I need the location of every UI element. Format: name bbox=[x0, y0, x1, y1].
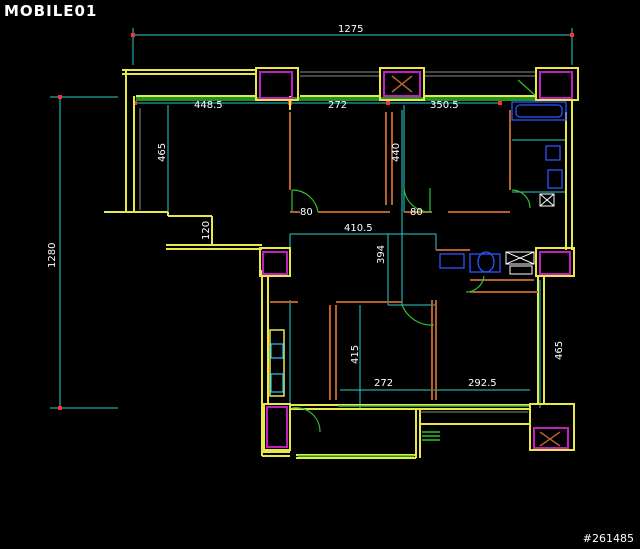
door-a-label: 80 bbox=[300, 207, 313, 218]
bathroom-fixtures bbox=[439, 101, 567, 273]
room-b-depth-label: 440 bbox=[391, 143, 402, 162]
floor-plan: 1275 1280 448.5 272 350.5 465 440 80 80 … bbox=[47, 24, 579, 459]
room-a-depth-label: 465 bbox=[157, 143, 168, 162]
room-c-width-label: 350.5 bbox=[430, 100, 459, 111]
room-d-width-label: 272 bbox=[374, 378, 393, 389]
kitchen-appliances bbox=[270, 343, 284, 393]
room-e-depth-label: 465 bbox=[554, 341, 565, 360]
mobile01-logo: MOBILE01 bbox=[4, 2, 98, 20]
image-id-watermark: #261485 bbox=[582, 532, 634, 545]
dimension-lines bbox=[50, 28, 573, 409]
pillars bbox=[255, 67, 579, 451]
room-a-width-label: 448.5 bbox=[194, 100, 223, 111]
overall-width-label: 1275 bbox=[338, 24, 363, 35]
overall-height-label: 1280 bbox=[47, 243, 58, 268]
room-b-width-label: 272 bbox=[328, 100, 347, 111]
exterior-walls bbox=[104, 69, 573, 459]
room-d-depth-label: 415 bbox=[350, 345, 361, 364]
balcony-small-label: 120 bbox=[201, 221, 212, 240]
room-e-width-label: 292.5 bbox=[468, 378, 497, 389]
dimension-ticks bbox=[58, 33, 574, 410]
windows bbox=[139, 71, 536, 413]
dimension-labels: 1275 1280 448.5 272 350.5 465 440 80 80 … bbox=[47, 24, 565, 389]
door-b-label: 80 bbox=[410, 207, 423, 218]
kitchen-counter bbox=[269, 329, 285, 397]
living-width-label: 410.5 bbox=[344, 223, 373, 234]
balcony-railings bbox=[136, 97, 536, 457]
living-depth-label: 394 bbox=[376, 245, 387, 264]
